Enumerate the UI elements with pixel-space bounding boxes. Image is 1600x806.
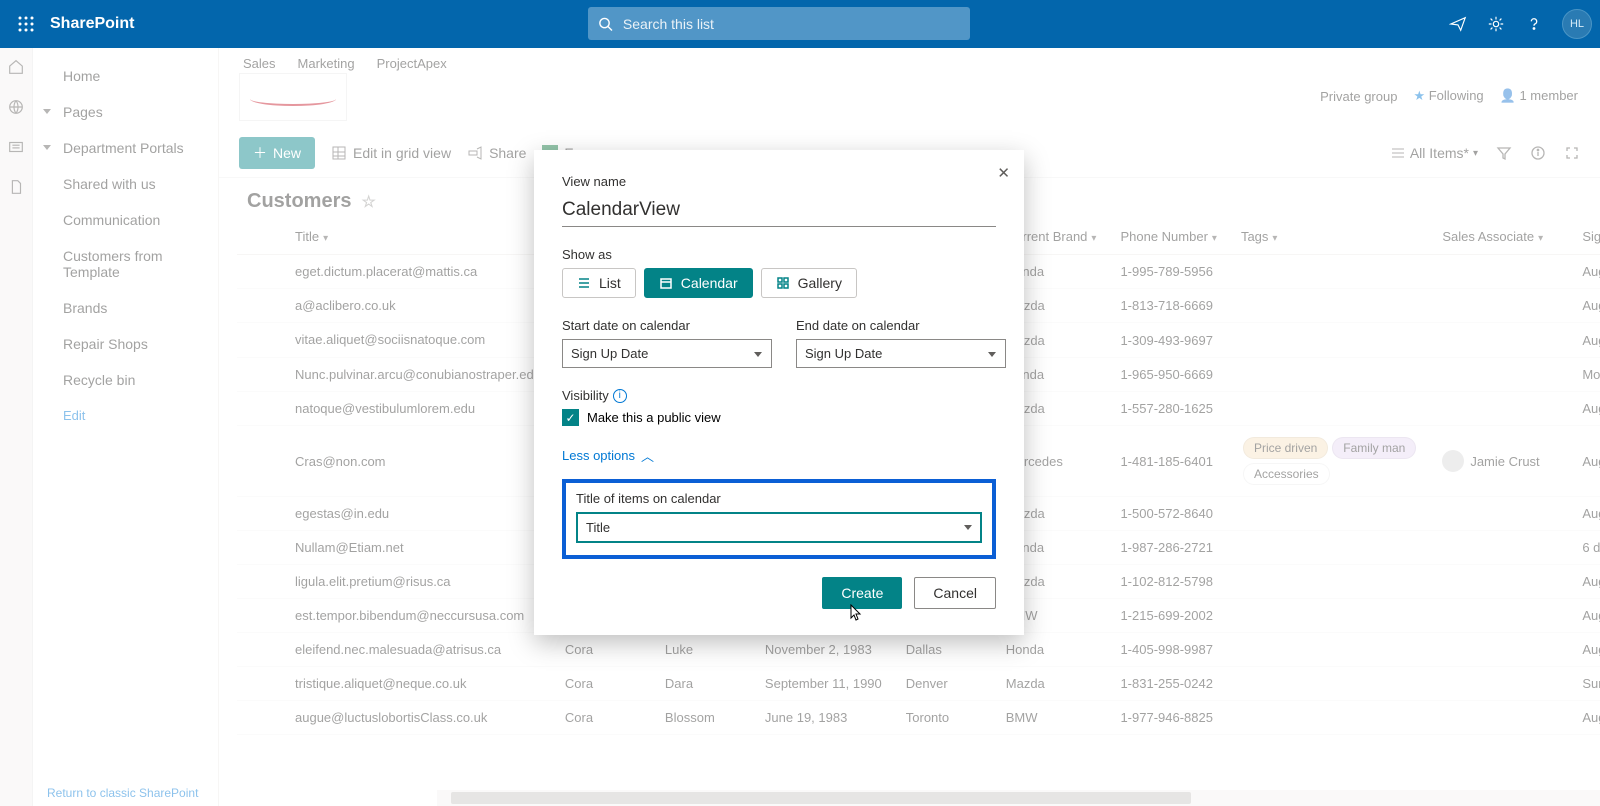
end-date-label: End date on calendar	[796, 318, 1006, 333]
visibility-label: Visibility	[562, 388, 609, 403]
search-box[interactable]	[588, 7, 970, 40]
app-launcher[interactable]	[10, 8, 42, 40]
title-items-select[interactable]: Title	[576, 512, 982, 543]
title-items-label: Title of items on calendar	[576, 491, 982, 506]
brand-label: SharePoint	[50, 15, 134, 33]
search-input[interactable]	[623, 16, 960, 32]
send-icon[interactable]	[1448, 14, 1468, 34]
show-as-label: Show as	[562, 247, 996, 262]
view-name-label: View name	[562, 174, 996, 189]
create-button[interactable]: Create	[822, 577, 902, 609]
visibility-info-icon[interactable]: i	[613, 389, 627, 403]
start-date-label: Start date on calendar	[562, 318, 772, 333]
cancel-button[interactable]: Cancel	[914, 577, 996, 609]
show-as-list[interactable]: List	[562, 268, 636, 298]
close-icon[interactable]: ✕	[997, 164, 1010, 182]
less-options-toggle[interactable]: Less options ︿	[562, 446, 996, 465]
search-icon	[598, 16, 613, 32]
show-as-calendar[interactable]: Calendar	[644, 268, 753, 298]
title-of-items-section: Title of items on calendar Title	[562, 479, 996, 559]
help-icon[interactable]	[1524, 14, 1544, 34]
show-as-gallery[interactable]: Gallery	[761, 268, 857, 298]
start-date-select[interactable]: Sign Up Date	[562, 339, 772, 368]
view-name-input[interactable]	[562, 195, 996, 227]
user-avatar[interactable]: HL	[1562, 9, 1592, 39]
public-view-checkbox[interactable]: ✓Make this a public view	[562, 409, 996, 426]
create-view-dialog: ✕ View name Show as List Calendar Galler…	[534, 150, 1024, 635]
suite-header: SharePoint HL	[0, 0, 1600, 48]
end-date-select[interactable]: Sign Up Date	[796, 339, 1006, 368]
gear-icon[interactable]	[1486, 14, 1506, 34]
